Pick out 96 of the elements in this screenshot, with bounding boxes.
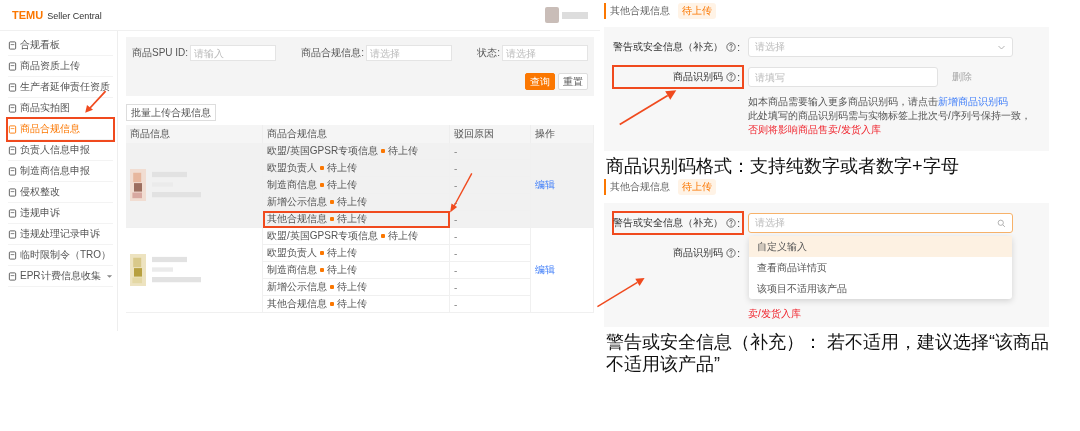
column-header: 操作 — [530, 125, 594, 143]
logo-subtitle: Seller Central — [47, 11, 102, 21]
label-colon: : — [737, 71, 740, 83]
sidebar-item[interactable]: 商品资质上传 — [8, 56, 113, 77]
column-header: 商品信息 — [126, 125, 263, 143]
document-icon — [8, 82, 17, 92]
compliance-item: 新增公示信息 — [267, 281, 327, 292]
search-icon — [997, 218, 1006, 228]
compliance-item: 欧盟负责人 — [267, 247, 317, 258]
field-label: 警告或安全信息（补充） — [613, 40, 724, 54]
document-icon — [8, 250, 17, 260]
status-badge: 待上传 — [678, 3, 716, 19]
reject-reason: - — [454, 298, 458, 310]
reject-reason: - — [454, 162, 458, 174]
label-colon: : — [737, 41, 740, 53]
sidebar-item[interactable]: 合规看板 — [8, 35, 113, 56]
filter-field[interactable]: 请选择 — [366, 45, 453, 61]
compliance-item: 欧盟负责人 — [267, 162, 317, 173]
sidebar-item[interactable]: EPR计费信息收集 — [8, 266, 113, 287]
compliance-item: 新增公示信息 — [267, 196, 327, 207]
status-text: 待上传 — [327, 247, 357, 258]
blurred-text-drawing — [562, 11, 588, 19]
compliance-item: 其他合规信息 — [267, 298, 327, 309]
compliance-item: 其他合规信息 — [267, 213, 327, 224]
reject-reason: - — [454, 247, 458, 259]
help-icon[interactable] — [726, 218, 737, 228]
document-icon — [8, 229, 17, 239]
edit-link[interactable]: 编辑 — [535, 264, 555, 275]
help-icon[interactable] — [726, 42, 737, 52]
field-label: 商品识别码 — [673, 246, 724, 260]
sidebar-item[interactable]: 临时限制令（TRO） — [8, 245, 113, 266]
edit-link[interactable]: 编辑 — [535, 179, 555, 190]
document-icon — [8, 166, 17, 176]
status-text: 待上传 — [327, 264, 357, 275]
status-text: 待上传 — [388, 145, 419, 156]
compliance-item: 制造商信息 — [267, 264, 317, 275]
column-header: 商品合规信息 — [262, 125, 450, 143]
help-text: 卖/发货入库 — [748, 307, 802, 321]
help-icon[interactable] — [726, 248, 737, 258]
sidebar-item[interactable]: 侵权整改 — [8, 182, 113, 203]
status-text: 待上传 — [337, 298, 367, 309]
sidebar-item[interactable]: 负责人信息申报 — [8, 140, 113, 161]
batch-upload-button[interactable]: 批量上传合规信息 — [126, 104, 216, 121]
reject-reason: - — [454, 179, 458, 191]
document-icon — [8, 40, 17, 50]
status-text: 待上传 — [327, 179, 357, 190]
document-icon — [8, 187, 17, 197]
reject-reason: - — [454, 264, 458, 276]
compliance-item: 欧盟/英国GPSR专项信息 — [267, 230, 379, 241]
filter-label: 商品合规信息: — [301, 46, 365, 60]
logo: TEMU — [12, 9, 44, 21]
reject-reason: - — [454, 230, 458, 242]
sidebar-item[interactable]: 违规处理记录申诉 — [8, 224, 113, 245]
add-code-link[interactable]: 新增商品识别码 — [938, 96, 1008, 107]
annotation-arrow — [596, 275, 646, 309]
compliance-item: 欧盟/英国GPSR专项信息 — [267, 145, 379, 156]
reject-reason: - — [454, 196, 458, 208]
help-icon[interactable] — [726, 72, 737, 82]
sidebar-item[interactable]: 违规申诉 — [8, 203, 113, 224]
column-header: 驳回原因 — [449, 125, 531, 143]
reset-button[interactable]: 重置 — [558, 73, 588, 90]
help-text: 此处填写的商品识别码需与实物标签上批次号/序列号保持一致， 否则将影响商品售卖/发货入库 — [748, 109, 1032, 137]
status-text: 待上传 — [337, 196, 367, 207]
document-icon — [8, 271, 17, 281]
status-text: 待上传 — [388, 230, 419, 241]
reject-reason: - — [454, 213, 458, 225]
filter-label: 商品SPU ID: — [132, 46, 189, 60]
caption: 商品识别码格式：支持纯数字或者数字+字母 — [605, 155, 960, 177]
annotation-arrow — [84, 90, 108, 114]
status-text: 待上传 — [337, 213, 367, 224]
compliance-item: 制造商信息 — [267, 179, 317, 190]
label-colon: : — [737, 217, 740, 229]
document-icon — [8, 145, 17, 155]
status-text: 待上传 — [327, 162, 357, 173]
caption: 警告或安全信息（补充）： 若不适用，建议选择“该商品不适用该产品” — [605, 331, 1050, 375]
filter-field[interactable]: 请选择 — [502, 45, 588, 61]
document-icon — [8, 124, 17, 134]
reject-reason: - — [454, 281, 458, 293]
reject-reason: - — [454, 145, 458, 157]
dropdown-option[interactable]: 查看商品详情页 — [749, 257, 1012, 278]
sidebar-item[interactable]: 制造商信息申报 — [8, 161, 113, 182]
document-icon — [8, 61, 17, 71]
document-icon — [8, 208, 17, 218]
status-text: 待上传 — [337, 281, 367, 292]
dropdown-option[interactable]: 自定义输入 — [749, 236, 1012, 257]
dropdown-option[interactable]: 该项目不适用该产品 — [749, 278, 1012, 299]
filter-label: 状态: — [477, 46, 500, 60]
help-text: 如本商品需要输入更多商品识别码，请点击新增商品识别码 — [748, 95, 1009, 109]
sidebar-item[interactable]: 生产者延伸责任资质 — [8, 77, 113, 98]
document-icon — [8, 103, 17, 113]
label-colon: : — [737, 247, 740, 259]
field-label: 商品识别码 — [673, 70, 724, 84]
section-title: 其他合规信息 — [610, 4, 670, 18]
filter-field[interactable]: 请输入 — [190, 45, 277, 61]
section-title: 其他合规信息 — [610, 180, 670, 194]
status-badge: 待上传 — [678, 179, 716, 195]
